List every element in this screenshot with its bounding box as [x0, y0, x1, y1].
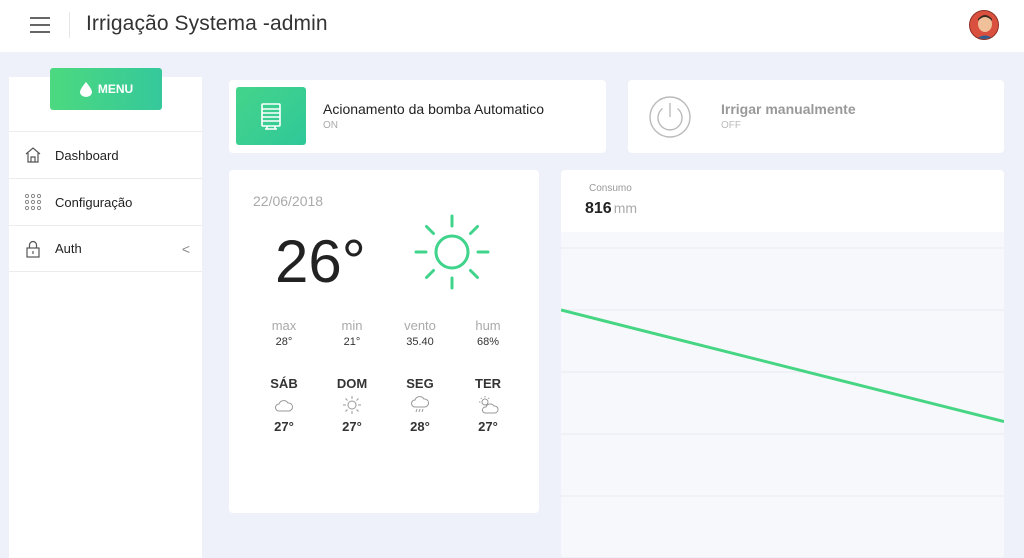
consumo-chart — [561, 232, 1004, 558]
forecast-day: SEG 28° — [389, 376, 451, 434]
manual-irrigation-card[interactable]: Irrigar manualmente OFF — [628, 80, 1004, 153]
pump-card[interactable]: Acionamento da bomba Automatico ON — [229, 80, 606, 153]
divider — [69, 12, 70, 38]
manual-card-status: OFF — [721, 120, 741, 131]
sidebar-item-label: Dashboard — [55, 147, 119, 163]
stat-value: 21° — [343, 336, 361, 348]
weather-stats: max 28° min 21° vento 35.40 hum 68% — [253, 318, 519, 348]
pump-card-title: Acionamento da bomba Automatico — [323, 101, 545, 117]
series-line — [561, 308, 1004, 424]
forecast-temp: 27° — [342, 419, 362, 434]
consumo-value: 816 mm — [585, 200, 637, 218]
forecast-temp: 27° — [478, 419, 498, 434]
chevron-left-icon[interactable]: < — [182, 241, 190, 257]
stat-min: min 21° — [321, 318, 383, 348]
rain-cloud-icon — [389, 394, 451, 416]
weather-date: 22/06/2018 — [253, 193, 324, 209]
sidebar-item-dashboard[interactable]: Dashboard — [9, 131, 202, 178]
top-bar: Irrigação Systema -admin — [0, 0, 1024, 52]
forecast-day: SÁB 27° — [253, 376, 315, 434]
menu-button[interactable]: MENU — [50, 68, 162, 110]
sidebar-item-label: Configuração — [55, 194, 133, 210]
manual-card-title: Irrigar manualmente — [721, 101, 856, 117]
sidebar-item-label: Auth — [55, 241, 82, 256]
menu-button-label: MENU — [97, 82, 134, 96]
weather-card: 22/06/2018 26° max 28° min 21° vento 35.… — [229, 170, 539, 513]
sidebar: MENU Dashboard Configuração Auth < — [9, 68, 202, 558]
consumo-unit: mm — [613, 200, 638, 216]
stat-max: max 28° — [253, 318, 315, 348]
water-drop-icon — [79, 82, 92, 97]
stat-value: 35.40 — [406, 336, 434, 348]
pump-icon — [236, 87, 306, 145]
stat-value: 28° — [275, 336, 293, 348]
consumo-number: 816 — [585, 200, 612, 217]
forecast: SÁB 27° DOM 27° SEG 28° TER 27° — [253, 376, 519, 434]
power-icon[interactable] — [648, 95, 692, 139]
forecast-day-name: SEG — [406, 376, 434, 391]
forecast-day-name: SÁB — [270, 376, 298, 391]
forecast-day-name: DOM — [336, 376, 368, 391]
forecast-day: TER 27° — [457, 376, 519, 434]
lock-icon — [23, 239, 43, 259]
sidebar-nav: Dashboard Configuração Auth < — [9, 131, 202, 272]
sidebar-item-auth[interactable]: Auth < — [9, 225, 202, 272]
consumo-label: Consumo — [589, 183, 632, 194]
stat-label: hum — [475, 318, 501, 333]
forecast-day-name: TER — [475, 376, 501, 391]
stat-humidity: hum 68% — [457, 318, 519, 348]
pump-card-status: ON — [323, 120, 338, 131]
forecast-day: DOM 27° — [321, 376, 383, 434]
partly-cloudy-icon — [457, 394, 519, 416]
sidebar-item-configuracao[interactable]: Configuração — [9, 178, 202, 225]
grid-dots-icon — [23, 192, 43, 212]
sun-icon — [412, 212, 492, 292]
sun-icon — [321, 394, 383, 416]
home-icon — [23, 145, 43, 165]
hamburger-menu-icon[interactable] — [30, 17, 50, 33]
stat-label: vento — [404, 318, 436, 333]
consumo-card: Consumo 816 mm — [561, 170, 1004, 558]
cloud-icon — [253, 394, 315, 416]
stat-value: 68% — [476, 336, 500, 348]
current-temperature: 26° — [275, 228, 366, 295]
forecast-temp: 27° — [274, 419, 294, 434]
forecast-temp: 28° — [410, 419, 430, 434]
stat-label: max — [271, 318, 297, 333]
avatar[interactable] — [969, 10, 999, 40]
stat-wind: vento 35.40 — [389, 318, 451, 348]
page-title: Irrigação Systema -admin — [86, 12, 328, 35]
stat-label: min — [341, 318, 363, 333]
